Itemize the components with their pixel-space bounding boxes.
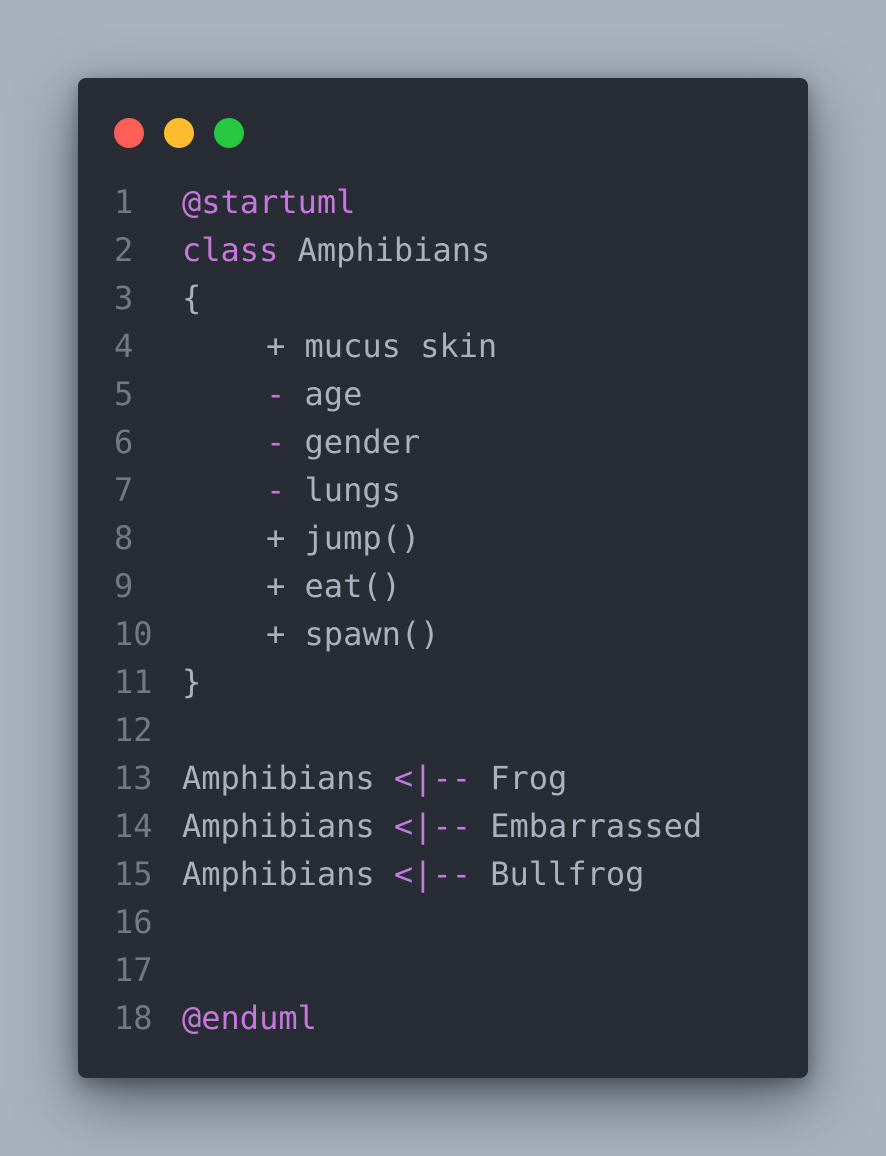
code-line: 14 Amphibians <|-- Embarrassed [78, 802, 808, 850]
line-text: - gender [182, 418, 420, 466]
text-token: Bullfrog [470, 855, 645, 893]
keyword-token: <|-- [393, 855, 471, 893]
line-text: + eat() [182, 562, 401, 610]
line-number: 11 [114, 663, 153, 701]
text-token: Amphibians [182, 759, 394, 797]
line-text: + jump() [182, 514, 420, 562]
text-token: { [182, 279, 202, 317]
code-line: 16 [78, 898, 808, 946]
line-number: 9 [114, 567, 134, 605]
minimize-dot-icon[interactable] [164, 118, 194, 148]
code-line: 12 [78, 706, 808, 754]
code-line: 6 - gender [78, 418, 808, 466]
code-line: 9 + eat() [78, 562, 808, 610]
text-token: Frog [470, 759, 568, 797]
code-line: 5 - age [78, 370, 808, 418]
text-token: Embarrassed [470, 807, 703, 845]
code-line: 4 + mucus skin [78, 322, 808, 370]
text-token: + spawn() [266, 615, 440, 653]
line-text: - lungs [182, 466, 401, 514]
text-token: + eat() [266, 567, 401, 605]
line-text: + spawn() [182, 610, 439, 658]
maximize-dot-icon[interactable] [214, 118, 244, 148]
keyword-token: - [266, 423, 286, 461]
line-number: 18 [114, 999, 153, 1037]
line-text: } [182, 658, 201, 706]
code-line: 18 @enduml [78, 994, 808, 1042]
keyword-token: @startuml [182, 183, 356, 221]
line-number: 3 [114, 279, 134, 317]
code-line: 8 + jump() [78, 514, 808, 562]
line-number: 2 [114, 231, 134, 269]
line-number: 12 [114, 711, 153, 749]
line-number: 4 [114, 327, 134, 365]
text-token: gender [285, 423, 421, 461]
line-text: @enduml [182, 994, 317, 1042]
line-number: 8 [114, 519, 134, 557]
text-token: Amphibians [278, 231, 491, 269]
line-number: 6 [114, 423, 134, 461]
keyword-token: <|-- [393, 807, 471, 845]
line-text: Amphibians <|-- Frog [182, 754, 567, 802]
line-number: 1 [114, 183, 134, 221]
code-line: 13 Amphibians <|-- Frog [78, 754, 808, 802]
keyword-token: class [182, 231, 279, 269]
line-number: 17 [114, 951, 153, 989]
keyword-token: - [266, 471, 286, 509]
code-line: 3{ [78, 274, 808, 322]
close-dot-icon[interactable] [114, 118, 144, 148]
keyword-token: @enduml [182, 999, 317, 1037]
text-token: lungs [285, 471, 401, 509]
line-text: + mucus skin [182, 322, 497, 370]
text-token: Amphibians [182, 855, 394, 893]
text-token: + mucus skin [266, 327, 498, 365]
line-text: Amphibians <|-- Embarrassed [182, 802, 702, 850]
text-token: } [182, 663, 202, 701]
line-number: 15 [114, 855, 153, 893]
code-line: 7 - lungs [78, 466, 808, 514]
line-text: Amphibians <|-- Bullfrog [182, 850, 644, 898]
line-number: 7 [114, 471, 134, 509]
code-editor[interactable]: 1 @startuml 2 class Amphibians 3{4 + mucus sk… [78, 178, 808, 1042]
line-number: 13 [114, 759, 153, 797]
code-line: 11} [78, 658, 808, 706]
code-line: 10 + spawn() [78, 610, 808, 658]
line-text: class Amphibians [182, 226, 490, 274]
text-token: age [285, 375, 363, 413]
line-number: 16 [114, 903, 153, 941]
line-number: 5 [114, 375, 134, 413]
code-line: 15 Amphibians <|-- Bullfrog [78, 850, 808, 898]
line-number: 10 [114, 615, 153, 653]
keyword-token: - [266, 375, 286, 413]
line-text: @startuml [182, 178, 355, 226]
text-token: + jump() [266, 519, 421, 557]
line-number: 14 [114, 807, 153, 845]
line-text: { [182, 274, 201, 322]
line-text: - age [182, 370, 362, 418]
code-line: 17 [78, 946, 808, 994]
keyword-token: <|-- [393, 759, 471, 797]
code-window: 1 @startuml 2 class Amphibians 3{4 + mucus sk… [78, 78, 808, 1078]
code-line: 1 @startuml [78, 178, 808, 226]
text-token: Amphibians [182, 807, 394, 845]
code-line: 2 class Amphibians [78, 226, 808, 274]
